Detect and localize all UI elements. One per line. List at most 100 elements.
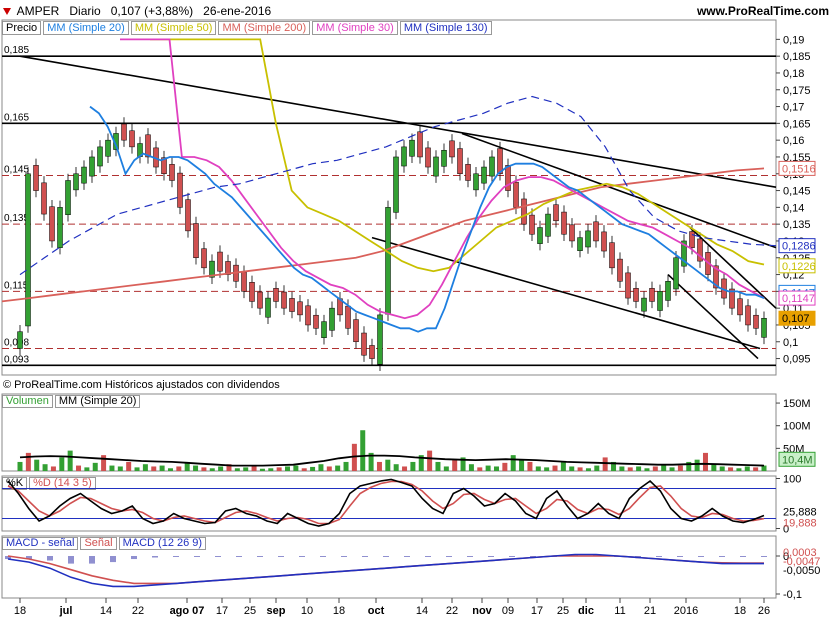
macd-hist-bar [110,556,116,563]
level-label: 0,115 [4,280,29,291]
volume-bar [485,465,491,471]
candle-body [289,298,295,312]
volume-bar [535,466,541,471]
macd-hist-bar [509,556,515,557]
volume-bar [25,452,31,471]
candle-body [625,272,631,299]
candle-body [617,258,623,282]
candle-body [377,314,383,365]
candle-body [465,164,471,181]
price-tag-label: 0,1147 [782,293,815,305]
volume-bar [310,466,316,471]
volume-bar [402,466,408,471]
x-tick-label: 17 [531,605,543,617]
x-tick-label: 10 [301,605,313,617]
price-tick-label: 0,17 [783,102,804,114]
volume-bar [151,466,157,471]
macd-hist-bar [194,556,200,557]
volume-bar [393,464,399,471]
x-tick-label: 21 [644,605,656,617]
candle-body [185,199,191,232]
candle-body [121,123,127,141]
price-tag-label: 0,1516 [782,163,816,175]
price-tick-label: 0,095 [783,354,811,366]
volume-bar [234,468,240,471]
candle-body [441,149,447,167]
macd-hist-bar [257,556,263,557]
candle-body [193,223,199,259]
price-tick-label: 0,145 [783,186,811,198]
volume-bar [50,466,56,471]
volume-bar [268,468,274,471]
stoch-tick-label: 100 [783,474,801,486]
candle-body [537,227,543,244]
price-tick-label: 0,1 [783,337,798,349]
volume-bar [159,465,165,471]
candle-body [593,221,599,242]
macd-hist-bar [320,556,326,557]
volume-bar [117,466,123,471]
candle-body [553,204,559,222]
x-tick-label: jul [59,605,73,617]
candle-body [57,207,63,248]
chart-canvas[interactable]: 0,190,1850,180,1750,170,1650,160,1550,15… [0,0,835,620]
candle-body [561,211,567,235]
candle-body [241,271,247,292]
volume-bar [502,462,508,471]
candle-body [177,172,183,208]
candle-body [673,257,679,290]
macd-hist-bar [404,556,410,557]
candle-body [81,166,87,184]
volume-ma-line [19,454,765,467]
volume-bar [193,465,199,471]
x-tick-label: 18 [14,605,26,617]
candle-body [513,181,519,208]
volume-bar [276,467,282,471]
macd-hist-bar [362,556,368,557]
volume-bar [602,457,608,471]
candle-body [385,207,391,315]
volume-bar [376,461,382,471]
macd-hist-bar [446,556,452,557]
candle-body [361,332,367,356]
volume-bar [477,467,483,471]
x-tick-label: nov [472,605,492,617]
volume-bar [410,461,416,471]
ma50-line [150,38,765,273]
volume-bar [59,457,65,471]
volume-bar [652,466,658,471]
volume-bar [644,468,650,471]
candle-body [145,134,151,158]
stoch-d-line [7,480,765,525]
macd-hist-bar [173,556,179,557]
volume-bar [201,467,207,471]
candle-body [569,224,575,242]
candle-body [393,156,399,213]
candle-body [265,297,271,318]
candle-body [449,140,455,158]
x-tick-label: 09 [502,605,514,617]
volume-bar [702,452,708,471]
x-tick-label: 25 [244,605,256,617]
volume-bar [67,450,73,471]
candle-body [433,156,439,177]
candle-body [41,182,47,215]
macd-hist-bar [698,556,704,557]
macd-hist-bar [236,556,242,557]
volume-bar [42,464,48,471]
x-tick-label: 2016 [674,605,698,617]
macd-hist-bar [299,556,305,557]
candle-body [689,231,695,248]
macd-tag-label: -0,0050 [783,565,820,577]
candle-body [281,291,287,309]
volume-bar [753,467,759,471]
candle-body [321,321,327,338]
macd-hist-bar [761,556,767,557]
candle-body [657,291,663,311]
level-label: 0,185 [4,45,29,56]
price-tag-label: 0,107 [782,313,810,325]
candle-body [329,307,335,331]
x-tick-label: 22 [446,605,458,617]
macd-hist-bar [719,556,725,557]
panel-frame-2 [1,475,777,532]
